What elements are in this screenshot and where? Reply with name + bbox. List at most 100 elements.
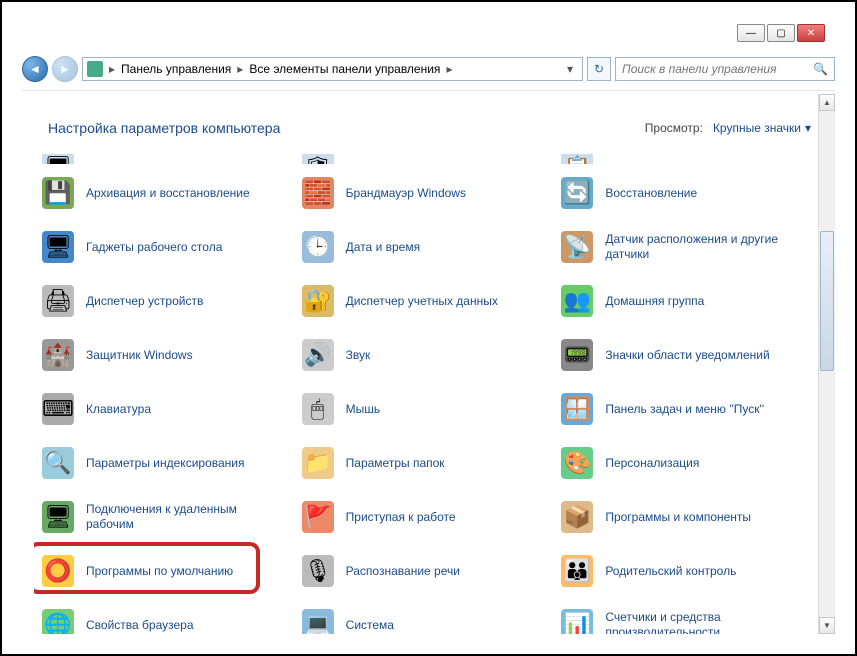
item-icon: 💻 xyxy=(302,609,334,634)
item-icon: 🧱 xyxy=(302,177,334,209)
control-panel-item[interactable]: 🎙 Распознавание речи xyxy=(294,546,546,596)
chevron-right-icon: ▸ xyxy=(446,62,452,76)
nav-forward-button[interactable]: ► xyxy=(52,56,78,82)
item-label: Восстановление xyxy=(605,186,697,201)
item-label: Гаджеты рабочего стола xyxy=(86,240,222,255)
item-icon: 🖨 xyxy=(42,285,74,317)
control-panel-item[interactable]: 🔍Параметры индексирования xyxy=(34,438,286,488)
item-label: Защитник Windows xyxy=(86,348,193,363)
control-panel-item[interactable]: 🖥 Гаджеты рабочего стола xyxy=(34,222,286,272)
control-panel-item[interactable]: 🖨Диспетчер устройств xyxy=(34,276,286,326)
control-panel-item[interactable]: 🖱 Мышь xyxy=(294,384,546,434)
control-panel-item[interactable]: 🔐 Диспетчер учетных данных xyxy=(294,276,546,326)
control-panel-item[interactable]: 🔄 Восстановление xyxy=(553,168,805,218)
item-icon: 🏰 xyxy=(42,339,74,371)
control-panel-item[interactable]: 👥Домашняя группа xyxy=(553,276,805,326)
close-button[interactable]: ✕ xyxy=(797,24,825,42)
item-label: Домашняя группа xyxy=(605,294,704,309)
control-panel-icon xyxy=(87,61,103,77)
control-panel-item[interactable]: 🎨Персонализация xyxy=(553,438,805,488)
item-icon: 🕒 xyxy=(302,231,334,263)
item-label: Мышь xyxy=(346,402,381,417)
maximize-button[interactable]: ▢ xyxy=(767,24,795,42)
item-icon: 🖥 xyxy=(42,231,74,263)
item-icon: 🌐 xyxy=(42,609,74,634)
view-mode-value: Крупные значки xyxy=(713,121,801,135)
item-label: Распознавание речи xyxy=(346,564,460,579)
scroll-thumb[interactable] xyxy=(820,231,834,371)
item-label: Система xyxy=(346,618,394,633)
item-label: Счетчики и средства производительности xyxy=(605,610,797,634)
control-panel-item[interactable]: 📊 Счетчики и средства производительности xyxy=(553,600,805,634)
item-icon: 🔐 xyxy=(302,285,334,317)
item-icon: 🖥 xyxy=(42,154,74,164)
item-icon: 📋 xyxy=(561,154,593,164)
item-label: Архивация и восстановление xyxy=(86,186,250,201)
breadcrumb-item[interactable]: Все элементы панели управления xyxy=(249,62,440,76)
control-panel-item[interactable]: 🪟 Панель задач и меню ''Пуск'' xyxy=(553,384,805,434)
breadcrumb-item[interactable]: Панель управления xyxy=(121,62,231,76)
item-icon: 📊 xyxy=(561,609,593,634)
page-title: Настройка параметров компьютера xyxy=(48,120,280,136)
item-icon: ⭕ xyxy=(42,555,74,587)
item-icon: 🚩 xyxy=(302,501,334,533)
control-panel-item[interactable]: 📡Датчик расположения и другие датчики xyxy=(553,222,805,272)
item-icon: 🪟 xyxy=(561,393,593,425)
item-label: Брандмауэр Windows xyxy=(346,186,466,201)
item-label: Персонализация xyxy=(605,456,699,471)
control-panel-item[interactable]: 🖥 xyxy=(34,154,286,164)
address-bar[interactable]: ▸ Панель управления ▸ Все элементы панел… xyxy=(82,57,583,81)
control-panel-item[interactable]: 🏰 Защитник Windows xyxy=(34,330,286,380)
control-panel-item[interactable]: 🕒 Дата и время xyxy=(294,222,546,272)
search-input[interactable] xyxy=(622,62,813,76)
scroll-down-button[interactable]: ▼ xyxy=(819,617,835,634)
control-panel-item[interactable]: 📋 xyxy=(553,154,805,164)
item-icon: 📟 xyxy=(561,339,593,371)
divider xyxy=(22,90,835,91)
control-panel-item[interactable]: 🧱 Брандмауэр Windows xyxy=(294,168,546,218)
item-label: Клавиатура xyxy=(86,402,151,417)
control-panel-item[interactable]: 🖥 Подключения к удаленным рабочим xyxy=(34,492,286,542)
address-dropdown-button[interactable]: ▾ xyxy=(562,62,578,76)
control-panel-item[interactable]: 📦Программы и компоненты xyxy=(553,492,805,542)
item-label: Приступая к работе xyxy=(346,510,456,525)
refresh-button[interactable]: ↻ xyxy=(587,57,611,81)
nav-back-button[interactable]: ◄ xyxy=(22,56,48,82)
item-label: Подключения к удаленным рабочим xyxy=(86,502,278,532)
minimize-button[interactable]: — xyxy=(737,24,765,42)
content-area: 🖥 🛡 📋 💾 Архивация и восстановление 🧱 Брандмауэ… xyxy=(34,154,823,634)
control-panel-item[interactable]: 💻 Система xyxy=(294,600,546,634)
item-label: Панель задач и меню ''Пуск'' xyxy=(605,402,764,417)
item-label: Свойства браузера xyxy=(86,618,194,633)
control-panel-item[interactable]: 👪Родительский контроль xyxy=(553,546,805,596)
chevron-down-icon: ▾ xyxy=(805,121,811,135)
control-panel-item[interactable]: 🌐 Свойства браузера xyxy=(34,600,286,634)
control-panel-item[interactable]: 📁 Параметры папок xyxy=(294,438,546,488)
item-label: Параметры индексирования xyxy=(86,456,244,471)
item-label: Диспетчер учетных данных xyxy=(346,294,498,309)
control-panel-item[interactable]: 📟Значки области уведомлений xyxy=(553,330,805,380)
control-panel-item[interactable]: 🛡 xyxy=(294,154,546,164)
item-icon: 🖱 xyxy=(302,393,334,425)
vertical-scrollbar[interactable]: ▲ ▼ xyxy=(818,94,835,634)
scroll-track[interactable] xyxy=(819,111,835,617)
item-icon: 🎙 xyxy=(302,555,334,587)
item-icon: 🔄 xyxy=(561,177,593,209)
item-icon: 👪 xyxy=(561,555,593,587)
item-label: Параметры папок xyxy=(346,456,445,471)
search-box[interactable]: 🔍 xyxy=(615,57,835,81)
control-panel-item[interactable]: 🔊Звук xyxy=(294,330,546,380)
item-icon: 💾 xyxy=(42,177,74,209)
item-label: Дата и время xyxy=(346,240,420,255)
control-panel-item[interactable]: 🚩 Приступая к работе xyxy=(294,492,546,542)
view-mode-dropdown[interactable]: Крупные значки ▾ xyxy=(713,121,811,135)
control-panel-item[interactable]: ⭕Программы по умолчанию xyxy=(34,546,286,596)
item-icon: 🖥 xyxy=(42,501,74,533)
item-icon: 📡 xyxy=(561,231,593,263)
search-icon[interactable]: 🔍 xyxy=(813,62,828,76)
control-panel-item[interactable]: 💾 Архивация и восстановление xyxy=(34,168,286,218)
chevron-right-icon: ▸ xyxy=(237,62,243,76)
scroll-up-button[interactable]: ▲ xyxy=(819,94,835,111)
item-icon: 📁 xyxy=(302,447,334,479)
control-panel-item[interactable]: ⌨Клавиатура xyxy=(34,384,286,434)
